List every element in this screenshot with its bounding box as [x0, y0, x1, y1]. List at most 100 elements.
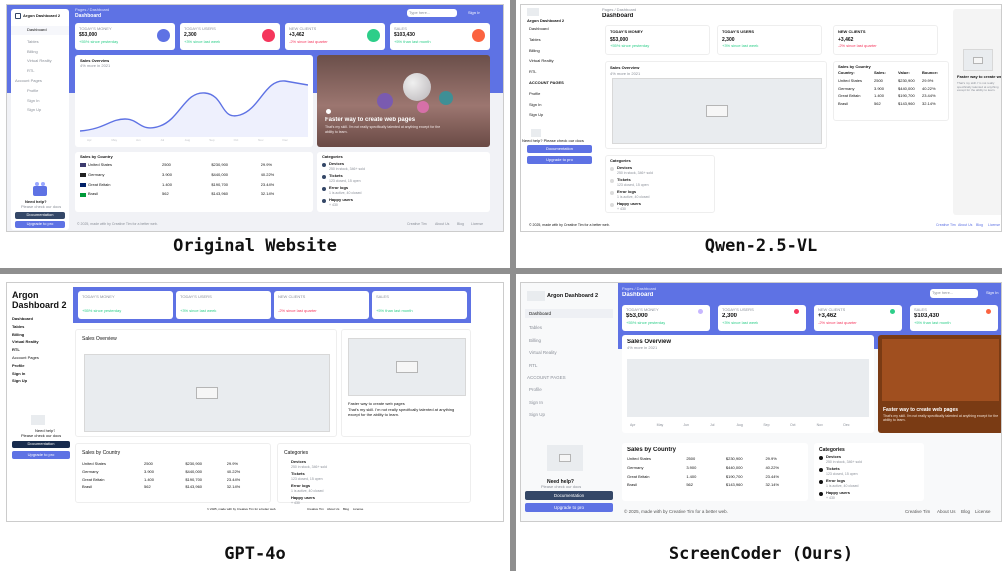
category-item[interactable]: Error logs 1 is active, 40 closed	[322, 185, 482, 195]
cell-sales: 1.400	[874, 94, 885, 99]
header-cell: Bounce:	[922, 70, 938, 75]
category-item[interactable]: Devices 250 in stock, 346+ sold	[284, 459, 464, 469]
cell-country: United States	[838, 78, 863, 83]
qwen-sales-table: Sales by Country Country: Sales: Value: Bou…	[833, 61, 949, 121]
nav-item-dashboard[interactable]: Dashboard	[11, 26, 69, 35]
nav-item-sign-up[interactable]: Sign Up	[11, 107, 69, 113]
nav-item-billing[interactable]: Billing	[11, 49, 69, 55]
promo-shape-icon	[377, 93, 393, 109]
ours-stat-clients: NEW CLIENTS +3,462 -2% since last quarte…	[814, 305, 902, 331]
cell-sales: 2500	[162, 163, 171, 167]
users-icon	[794, 309, 799, 314]
category-item[interactable]: Tickets 123 closed, 15 open	[819, 466, 919, 476]
country-table: United States 2500 $230,900 29.9% Germany 3.9…	[80, 163, 310, 202]
category-item[interactable]: Devices 250 in stock, 346+ sold	[819, 454, 919, 464]
cell-value: $440,000	[725, 465, 743, 470]
category-icon	[322, 163, 326, 167]
cell-value: $440,000	[211, 172, 229, 177]
category-icon	[284, 497, 288, 501]
cell-country: United States	[88, 163, 113, 167]
cell-country: United States	[82, 462, 107, 466]
promo-image-area	[882, 339, 999, 401]
upgrade-button[interactable]: Upgrade to pro	[15, 221, 65, 228]
caption-ours: ScreenCoder (Ours)	[668, 544, 854, 564]
cell-sales: 2500	[144, 462, 153, 466]
promo-shape-icon	[417, 101, 429, 113]
category-item[interactable]: Happy users + 430	[322, 197, 482, 207]
cell-sales: 3.900	[162, 172, 173, 177]
nav-item-tables[interactable]: Tables	[11, 39, 69, 45]
help-placeholder	[547, 445, 583, 471]
cell-bounce: 32.14%	[922, 102, 936, 107]
promo-shape-icon	[439, 91, 453, 105]
flag-icon	[80, 182, 86, 187]
category-icon	[322, 186, 326, 191]
nav-item-vr[interactable]: Virtual Reality	[11, 58, 69, 64]
table-row: Brasil 562 $143,960 32.14%	[80, 192, 310, 197]
category-item[interactable]: Error logs 1 is active, 40 closed	[284, 483, 464, 493]
ours-promo: Faster way to create web pages That's my…	[878, 335, 1001, 433]
cell-bounce: 40.22%	[922, 86, 936, 91]
caption-original: Original Website	[173, 236, 337, 256]
search-input[interactable]: Type here...	[407, 9, 457, 17]
category-item[interactable]: Happy users + 430	[610, 201, 710, 211]
promo-placeholder	[348, 338, 466, 396]
cell-country: Brasil	[838, 102, 849, 107]
cell-bounce: 32.14%	[226, 485, 241, 490]
table-row: Brasil 562 $143,960 32.14%	[627, 483, 805, 488]
ours-panel: Argon Dashboard 2 Dashboard Tables Billin…	[520, 282, 1002, 522]
category-item[interactable]: Error logs 1 is active, 40 closed	[610, 189, 710, 199]
category-detail: + 430	[617, 206, 626, 211]
cell-value: $230,900	[185, 462, 203, 466]
ours-footer-links: Creative Tim About Us Blog License	[905, 509, 991, 514]
category-icon	[610, 190, 614, 195]
cell-country: United States	[627, 457, 652, 461]
cell-sales: 562	[874, 102, 881, 107]
search-input[interactable]: Type here...	[930, 289, 978, 298]
header-cell: Country:	[838, 70, 855, 75]
stat-card-sales: SALES $103,430 +5% than last month	[390, 23, 490, 50]
categories-list: Devices 250 in stock, 346+ sold Tickets 123…	[284, 459, 464, 508]
sign-in-link[interactable]: Sign In	[468, 11, 480, 16]
promo-title: Faster way to create web pages	[325, 117, 416, 123]
categories-list: Devices 250 in stock, 346+ sold Tickets 123…	[819, 454, 919, 503]
category-item[interactable]: Devices 250 in stock, 346+ sold	[322, 161, 482, 171]
table-row: Brasil 562 $143,960 32.14%	[82, 485, 268, 490]
cell-value: $230,900	[898, 78, 915, 83]
gpt-stat-sales: SALES +5% than last month	[372, 291, 467, 319]
ours-sales-table: Sales by Country United States 2500 $230,9…	[622, 443, 808, 501]
logo-placeholder-icon	[527, 8, 539, 16]
cell-bounce: 29.9%	[260, 163, 272, 167]
sign-in-link[interactable]: Sign In	[986, 291, 1001, 296]
category-item[interactable]: Tickets 123 closed, 15 open	[284, 471, 464, 481]
promo-sphere-icon	[403, 73, 431, 101]
users-icon	[262, 29, 275, 42]
category-item[interactable]: Tickets 123 closed, 15 open	[610, 177, 710, 187]
nav-item-sign-in[interactable]: Sign In	[11, 98, 69, 104]
category-item[interactable]: Tickets 123 closed, 15 open	[322, 173, 482, 183]
nav-item-profile[interactable]: Profile	[11, 88, 69, 94]
flag-icon	[80, 163, 86, 168]
category-item[interactable]: Happy users + 430	[284, 495, 464, 505]
brand: Argon Dashboard 2	[23, 14, 61, 18]
table-row: Great Britain 1.400 $190,700 23.44%	[80, 183, 310, 188]
stat-card-clients: NEW CLIENTS +3,462 -2% since last quarte…	[285, 23, 385, 50]
category-item[interactable]: Error logs 1 is active, 40 closed	[819, 478, 919, 488]
country-table: United States 2500 $230,900 29.9% Germany 3.9…	[82, 462, 268, 493]
header-cell: Value:	[898, 70, 910, 75]
table-row: Great Britain 1.400 $190,700 23.44%	[627, 475, 805, 480]
category-detail: + 430	[329, 202, 338, 207]
qwen-nav: Dashboard Tables Billing Virtual Reality RTL…	[529, 27, 564, 118]
documentation-button[interactable]: Documentation	[15, 212, 65, 219]
month-axis: Apr May Jun Jul Aug Sep Oct Nov Dec	[630, 423, 850, 427]
sidebar: Argon Dashboard 2 Dashboard Tables Billi…	[11, 9, 69, 230]
vertical-divider	[510, 0, 516, 571]
category-icon	[610, 178, 614, 183]
table-row: Germany 3.900 $440,000 40.22%	[80, 173, 310, 178]
cell-bounce: 40.22%	[260, 172, 275, 177]
cell-country: Germany	[627, 465, 644, 470]
nav-item-rtl[interactable]: RTL	[11, 68, 69, 74]
category-item[interactable]: Devices 250 in stock, 346+ sold	[610, 165, 710, 175]
category-item[interactable]: Happy users + 430	[819, 490, 919, 500]
gpt-categories: Categories Devices 250 in stock, 346+ sol…	[277, 443, 471, 505]
